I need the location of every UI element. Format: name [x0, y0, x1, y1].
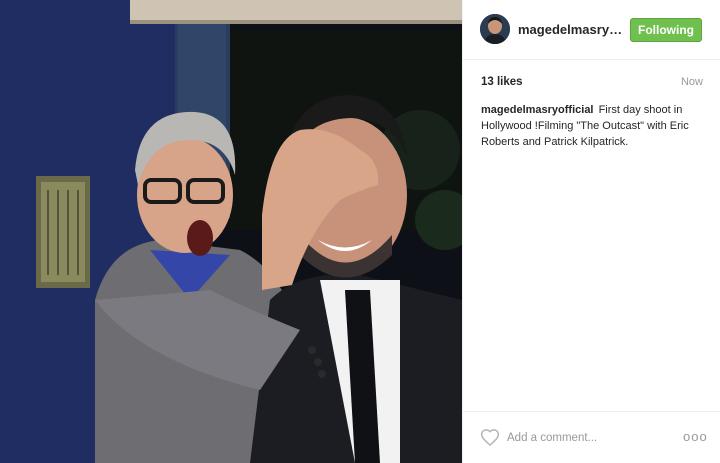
post-timestamp: Now [680, 76, 703, 88]
post-caption: magedelmasryofficial First day shoot in … [481, 102, 703, 150]
heart-icon[interactable] [480, 428, 500, 448]
username-link[interactable]: magedelmasryofficial [518, 22, 623, 37]
post-header: magedelmasryofficial Following [463, 0, 720, 60]
post-meta: 13 likes Now [481, 74, 703, 92]
comment-bar: ooo [463, 411, 720, 463]
heart-outline-icon [480, 429, 500, 447]
caption-author-link[interactable]: magedelmasryofficial [481, 104, 594, 116]
post-photo [0, 0, 462, 463]
avatar-icon [480, 14, 510, 44]
photo-illustration [0, 0, 462, 463]
profile-avatar[interactable] [480, 14, 510, 44]
following-button[interactable]: Following [630, 18, 702, 42]
more-options-icon[interactable]: ooo [683, 429, 707, 447]
post-details-panel: magedelmasryofficial Following 13 likes … [462, 0, 720, 463]
comment-input[interactable] [507, 428, 667, 448]
likes-count[interactable]: 13 likes [481, 76, 523, 88]
